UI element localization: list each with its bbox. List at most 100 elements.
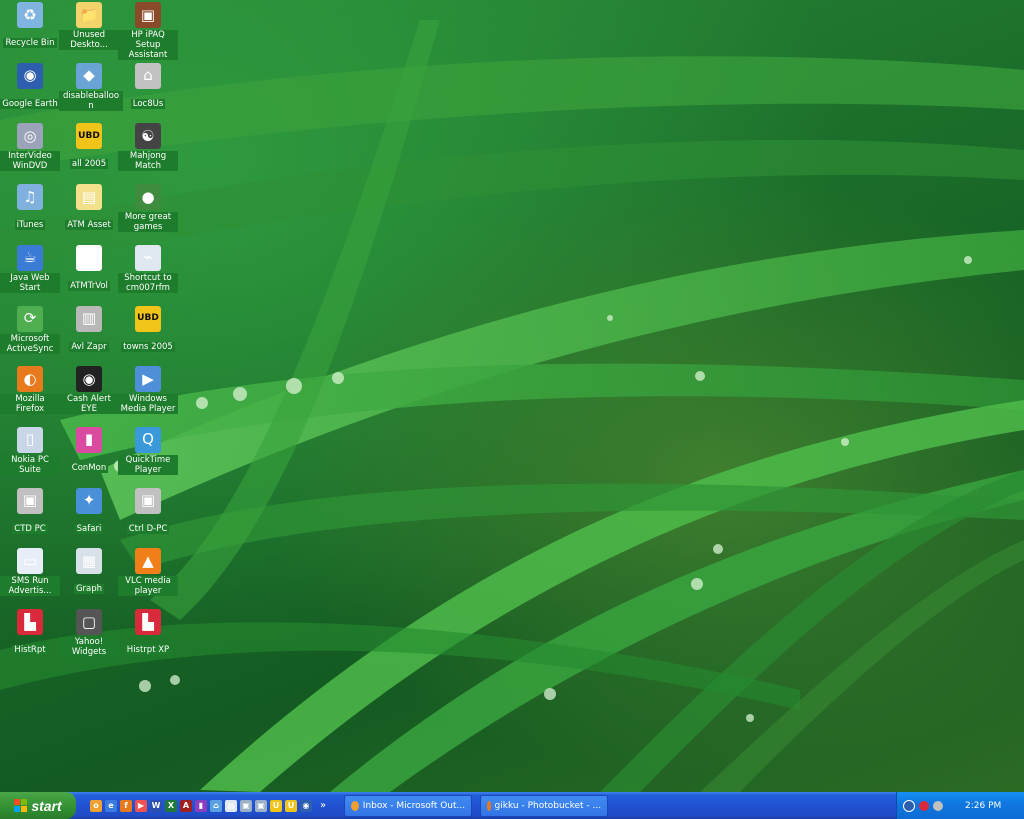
desktop-icon-label: Java Web Start — [0, 272, 60, 293]
atm-asset-icon: ▤ — [76, 184, 102, 211]
task-label: gikku - Photobucket - ... — [494, 800, 602, 811]
desktop-icon[interactable]: ◉ Google Earth — [0, 62, 60, 110]
conmon-icon: ▮ — [76, 426, 102, 453]
desktop-icon-label: Google Earth — [0, 98, 60, 109]
desktop-icon-label: QuickTime Player — [118, 454, 178, 475]
start-button[interactable]: start — [0, 792, 76, 819]
clock[interactable]: 2:26 PM — [965, 801, 1001, 811]
google-earth-icon: ◉ — [17, 62, 43, 89]
ubd-towns-icon: UBD — [135, 305, 161, 332]
desktop-icon-label: Avl Zapr — [69, 341, 109, 352]
desktop-icon-label: Shortcut to cm007rfm — [118, 272, 178, 293]
desktop-icon-grid: ♻ Recycle Bin 📁 Unused Deskto... ▣ HP iPAQ Se… — [0, 0, 190, 792]
desktop-icon[interactable]: ☕ Java Web Start — [0, 244, 60, 294]
firefox-icon: ◐ — [17, 366, 43, 393]
sms-run-icon: ▭ — [17, 548, 43, 575]
desktop-icon[interactable]: ● More great games — [118, 184, 178, 233]
chart-ql-icon[interactable]: ▮ — [195, 799, 207, 812]
firefox-ql-icon[interactable]: f — [120, 799, 132, 812]
desktop-icon[interactable]: ⌁ Shortcut to cm007rfm — [118, 244, 178, 294]
desktop-icon-label: towns 2005 — [121, 341, 175, 352]
desktop-icon[interactable]: ◎ InterVideo WinDVD — [0, 123, 60, 172]
desktop-icon[interactable]: ◆ disableballoon — [59, 62, 123, 112]
task-photobucket[interactable]: gikku - Photobucket - ... — [480, 794, 609, 817]
games-icon: ● — [135, 184, 161, 211]
outlook-icon[interactable]: o — [90, 799, 102, 812]
desktop-icon-label: Nokia PC Suite — [0, 454, 60, 475]
doc-ql-icon[interactable]: ▤ — [225, 799, 237, 812]
desktop-icon[interactable]: ✦ Safari — [59, 487, 119, 535]
desktop-icon[interactable]: ▮ ConMon — [59, 426, 119, 474]
ie-icon[interactable]: e — [105, 799, 117, 812]
pc2-ql-icon[interactable]: ▣ — [255, 799, 267, 812]
desktop-icon-label: all 2005 — [69, 159, 109, 170]
ipaq-setup-icon: ▣ — [135, 2, 161, 28]
ubd-icon: UBD — [76, 123, 102, 150]
globe-ql-icon[interactable]: ◉ — [300, 799, 312, 812]
desktop-icon-label: Windows Media Player — [118, 394, 178, 415]
task-outlook[interactable]: Inbox - Microsoft Out... — [344, 794, 473, 817]
task-label: Inbox - Microsoft Out... — [362, 800, 466, 811]
desktop-icon[interactable]: ▶ Windows Media Player — [118, 366, 178, 415]
desktop-icon-label: ConMon — [69, 462, 109, 473]
desktop-icon[interactable]: ▣ Ctrl D-PC — [118, 487, 178, 535]
desktop-icon[interactable]: ▯ Nokia PC Suite — [0, 426, 60, 476]
histrpt-icon: ▙ — [17, 609, 43, 635]
desktop-icon[interactable]: ⌂ Loc8Us — [118, 62, 178, 110]
desktop-icon[interactable]: ▣ CTD PC — [0, 487, 60, 535]
desktop-icon[interactable]: ♻ Recycle Bin — [0, 2, 60, 49]
media-ql-icon[interactable]: ▶ — [135, 799, 147, 812]
desktop-icon[interactable]: ▥ Avl Zapr — [59, 305, 119, 353]
desktop-icon-label: Cash Alert EYE — [59, 394, 119, 415]
java-icon: ☕ — [17, 244, 43, 271]
desktop-icon[interactable]: UBD all 2005 — [59, 123, 119, 170]
desktop-icon[interactable]: 📁 Unused Deskto... — [59, 2, 119, 51]
yahoo-widgets-icon: ▢ — [76, 609, 102, 635]
desktop-icon[interactable]: ▦ Graph — [59, 548, 119, 595]
chart-shortcut-icon: ⌁ — [135, 244, 161, 271]
desktop-icon-label: Ctrl D-PC — [126, 523, 170, 534]
desktop-icon-label: HP iPAQ Setup Assistant — [118, 30, 178, 60]
ubd2-ql-icon[interactable]: U — [285, 799, 297, 812]
desktop-icon[interactable]: ◷ ATMTrVol — [59, 244, 119, 292]
word-icon[interactable]: W — [150, 799, 162, 812]
desktop-icon[interactable]: ▲ VLC media player — [118, 548, 178, 597]
desktop-icon-label: iTunes — [14, 220, 46, 231]
start-label: start — [31, 797, 62, 814]
desktop[interactable]: ♻ Recycle Bin 📁 Unused Deskto... ▣ HP iPAQ Se… — [0, 0, 1024, 792]
desktop-icon[interactable]: ☯ Mahjong Match — [118, 123, 178, 172]
clock-icon: ◷ — [76, 244, 102, 271]
tray-volume-icon[interactable] — [933, 800, 943, 811]
pc-ql-icon[interactable]: ▣ — [240, 799, 252, 812]
access-icon[interactable]: A — [180, 799, 192, 812]
desktop-icon[interactable]: Q QuickTime Player — [118, 426, 178, 476]
desktop-icon[interactable]: ▤ ATM Asset — [59, 184, 119, 231]
ubd-ql-icon[interactable]: U — [270, 799, 282, 812]
tray-expand-icon[interactable] — [903, 799, 915, 812]
task-app-icon — [487, 800, 491, 811]
desktop-icon-label: SMS Run Advertis... — [0, 576, 60, 597]
desktop-icon[interactable]: ▢ Yahoo! Widgets — [59, 609, 119, 658]
desktop-icon[interactable]: ♫ iTunes — [0, 184, 60, 231]
safari-icon: ✦ — [76, 487, 102, 514]
loc8us-icon: ⌂ — [135, 62, 161, 89]
taskbar: start o e f ▶ W X A ▮ ⌂ ▤ ▣ ▣ U U ◉ » Inbox - Microsof… — [0, 792, 1024, 819]
tray-app-icon[interactable] — [919, 800, 929, 811]
media-player-icon: ▶ — [135, 366, 161, 393]
desktop-icon[interactable]: ◉ Cash Alert EYE — [59, 366, 119, 415]
quick-launch-overflow-button[interactable]: » — [320, 800, 326, 811]
desktop-icon-label: ATM Asset — [65, 220, 113, 231]
desktop-icon-label: Graph — [73, 584, 105, 595]
desktop-icon[interactable]: ⟳ Microsoft ActiveSync — [0, 305, 60, 355]
recycle-bin-icon: ♻ — [17, 2, 43, 28]
desktop-icon[interactable]: UBD towns 2005 — [118, 305, 178, 353]
desktop-icon-label: Unused Deskto... — [59, 30, 119, 50]
histrpt-xp-icon: ▙ — [135, 609, 161, 635]
desktop-icon[interactable]: ▙ Histrpt XP — [118, 609, 178, 656]
network-ql-icon[interactable]: ⌂ — [210, 799, 222, 812]
desktop-icon[interactable]: ▭ SMS Run Advertis... — [0, 548, 60, 597]
desktop-icon[interactable]: ▣ HP iPAQ Setup Assistant — [118, 2, 178, 61]
excel-icon[interactable]: X — [165, 799, 177, 812]
desktop-icon[interactable]: ◐ Mozilla Firefox — [0, 366, 60, 415]
desktop-icon[interactable]: ▙ HistRpt — [0, 609, 60, 656]
